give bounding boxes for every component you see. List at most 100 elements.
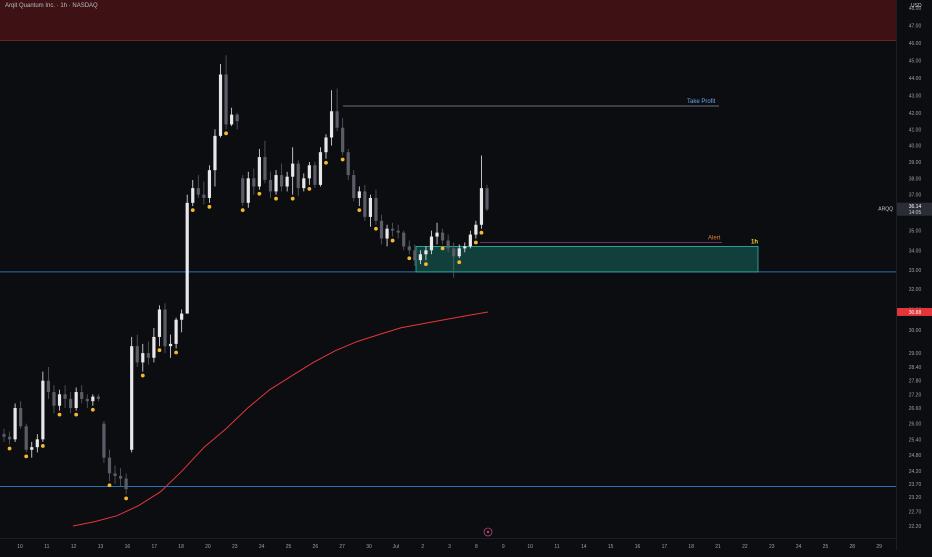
time-tick-label: 18 [688,544,694,550]
candle-body [357,191,361,198]
price-tick-label: 23.20 [909,495,922,501]
price-tick-label: 30.00 [909,328,922,334]
candle-body [85,398,89,402]
signal-dot [479,230,484,235]
candle-body [63,394,67,399]
time-tick-label: 28 [850,544,856,550]
price-tick-label: 22.20 [909,524,922,530]
candle-body [57,394,62,406]
signal-dot [74,412,79,417]
take-profit-label: Take Profit [687,99,716,105]
price-tick-label: 25.40 [909,437,922,443]
candle-body [124,478,128,490]
price-tick-label: 39.00 [909,160,922,166]
price-tick-label: 37.00 [909,193,922,199]
price-tick-label: 24.20 [909,469,922,475]
time-tick-label: 18 [178,544,184,550]
candle-body [363,191,367,217]
currency-label[interactable]: USD [911,3,922,9]
signal-dot [190,208,195,213]
candle-body [402,232,406,247]
candle-body [35,439,39,448]
candle-body [2,434,6,437]
candle-body [91,396,95,402]
signal-dot [257,191,262,196]
time-axis[interactable]: 10 11 12 13 16 17 18 20 23 24 25 26 27 30 Jul 2 3 8 9 10 11 1… [0,538,909,551]
candle-body [246,178,250,203]
candle-body [279,175,284,187]
candle-body [152,336,156,358]
candle-body [130,346,134,450]
candle-body [52,392,56,406]
price-tick-label: 27.20 [909,392,922,398]
candle-body [302,178,306,189]
price-tick-label: 34.00 [909,248,922,254]
time-tick-label: 14 [581,544,587,550]
time-tick-label: 24 [796,544,802,550]
ticker-badge: ARQQ [878,207,893,213]
candle-body [307,165,311,179]
signal-dot [7,446,12,451]
candle-body [180,313,184,320]
candle-body [413,250,417,261]
signal-dot [407,256,412,261]
price-tick-label: 27.80 [909,379,922,385]
candle-body [468,234,472,247]
candle-body [96,396,100,399]
candle-body [391,228,395,231]
candle-body [241,178,245,203]
price-tick-label: 24.80 [909,453,922,459]
candle-body [407,246,411,251]
time-tick-label: 22 [742,544,748,550]
time-tick-label: 2 [421,544,424,550]
candle-body [374,197,378,221]
time-tick-label: 21 [715,544,721,550]
price-tick-label: 26.00 [909,422,922,428]
candle-body [268,179,273,192]
candle-body [463,246,467,249]
price-chart[interactable]: Take Profit Alert 1h ARQQ [0,0,896,538]
price-tick-label: 45.00 [909,59,922,65]
candle-body [146,353,150,358]
candle-body [46,380,51,393]
price-axis[interactable]: 48.00 47.00 46.00 45.00 44.00 43.00 42.00 41.00… [896,0,932,550]
signal-dot [390,238,395,243]
time-tick-label: 11 [44,544,49,550]
candle-body [257,157,261,187]
candle-body [213,135,217,171]
candle-body [19,408,23,427]
signal-dot [174,350,179,355]
chart-area[interactable]: Take Profit Alert 1h ARQQ Arqit Quantum In… [0,0,896,538]
candle-body [191,188,195,203]
candle-body [385,228,389,239]
candle-body [479,188,484,225]
candle-body [13,408,17,440]
candle-body [118,476,123,479]
price-tick-label: 23.70 [909,482,922,488]
time-tick-label: 27 [339,544,345,550]
candle-body [335,111,339,128]
candle-body [429,236,434,251]
candle-body [346,152,350,176]
candle-body [74,392,78,408]
candle-body [379,220,384,239]
signal-dot [307,186,312,191]
price-tick-label: 22.70 [909,510,922,516]
candle-body [457,248,461,257]
signal-dot [324,160,328,165]
candle-body [318,152,323,185]
time-tick-label: 29 [876,544,882,550]
candle-body [168,343,173,347]
candle-body [135,346,139,363]
candle-body [452,248,456,257]
signal-dot [157,348,162,353]
signal-dot [440,246,445,251]
candle-body [207,170,212,198]
signal-dot [40,444,45,448]
candle-body [324,137,328,153]
time-tick-label: 20 [205,544,211,550]
price-tick-label: 43.00 [909,94,922,100]
candle-body [285,176,289,187]
signal-dot [207,204,212,209]
time-tick-label: 16 [635,544,641,550]
